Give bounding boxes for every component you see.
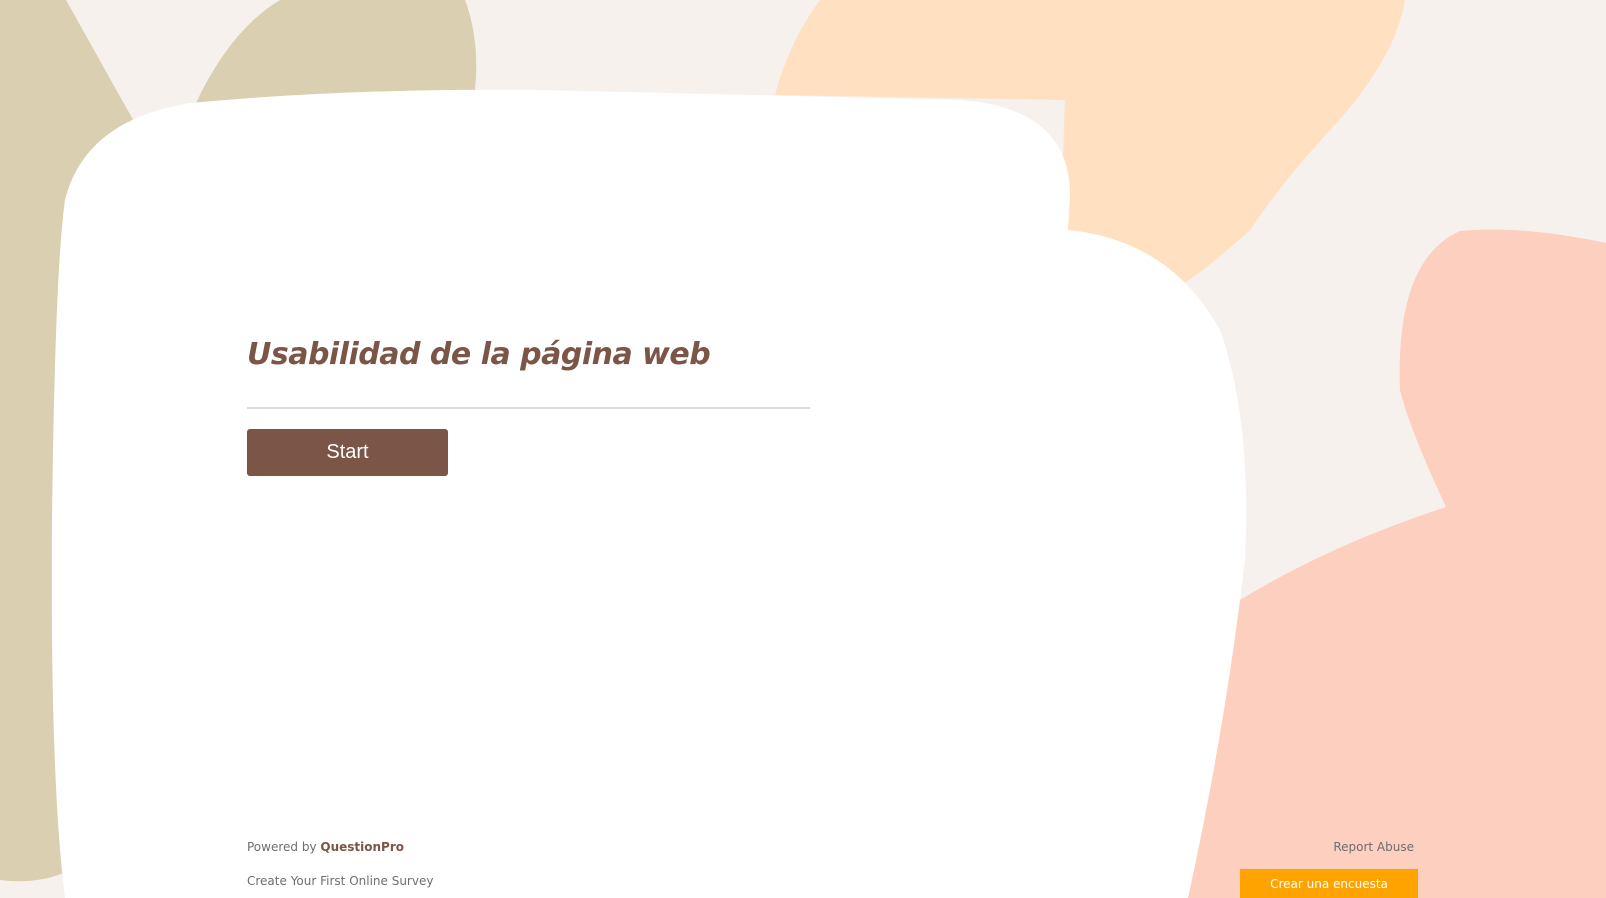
report-abuse-link[interactable]: Report Abuse [1333, 840, 1414, 854]
start-button[interactable]: Start [247, 429, 448, 476]
create-survey-button[interactable]: Crear una encuesta [1240, 869, 1418, 898]
survey-card: Usabilidad de la página web Start Powere… [0, 0, 1606, 898]
powered-by-label: Powered by [247, 840, 317, 854]
questionpro-link[interactable]: QuestionPro [320, 840, 404, 854]
survey-title: Usabilidad de la página web [247, 337, 711, 372]
title-divider [247, 407, 810, 409]
create-first-survey-link[interactable]: Create Your First Online Survey [247, 874, 433, 888]
powered-by: Powered by QuestionPro [247, 840, 404, 854]
